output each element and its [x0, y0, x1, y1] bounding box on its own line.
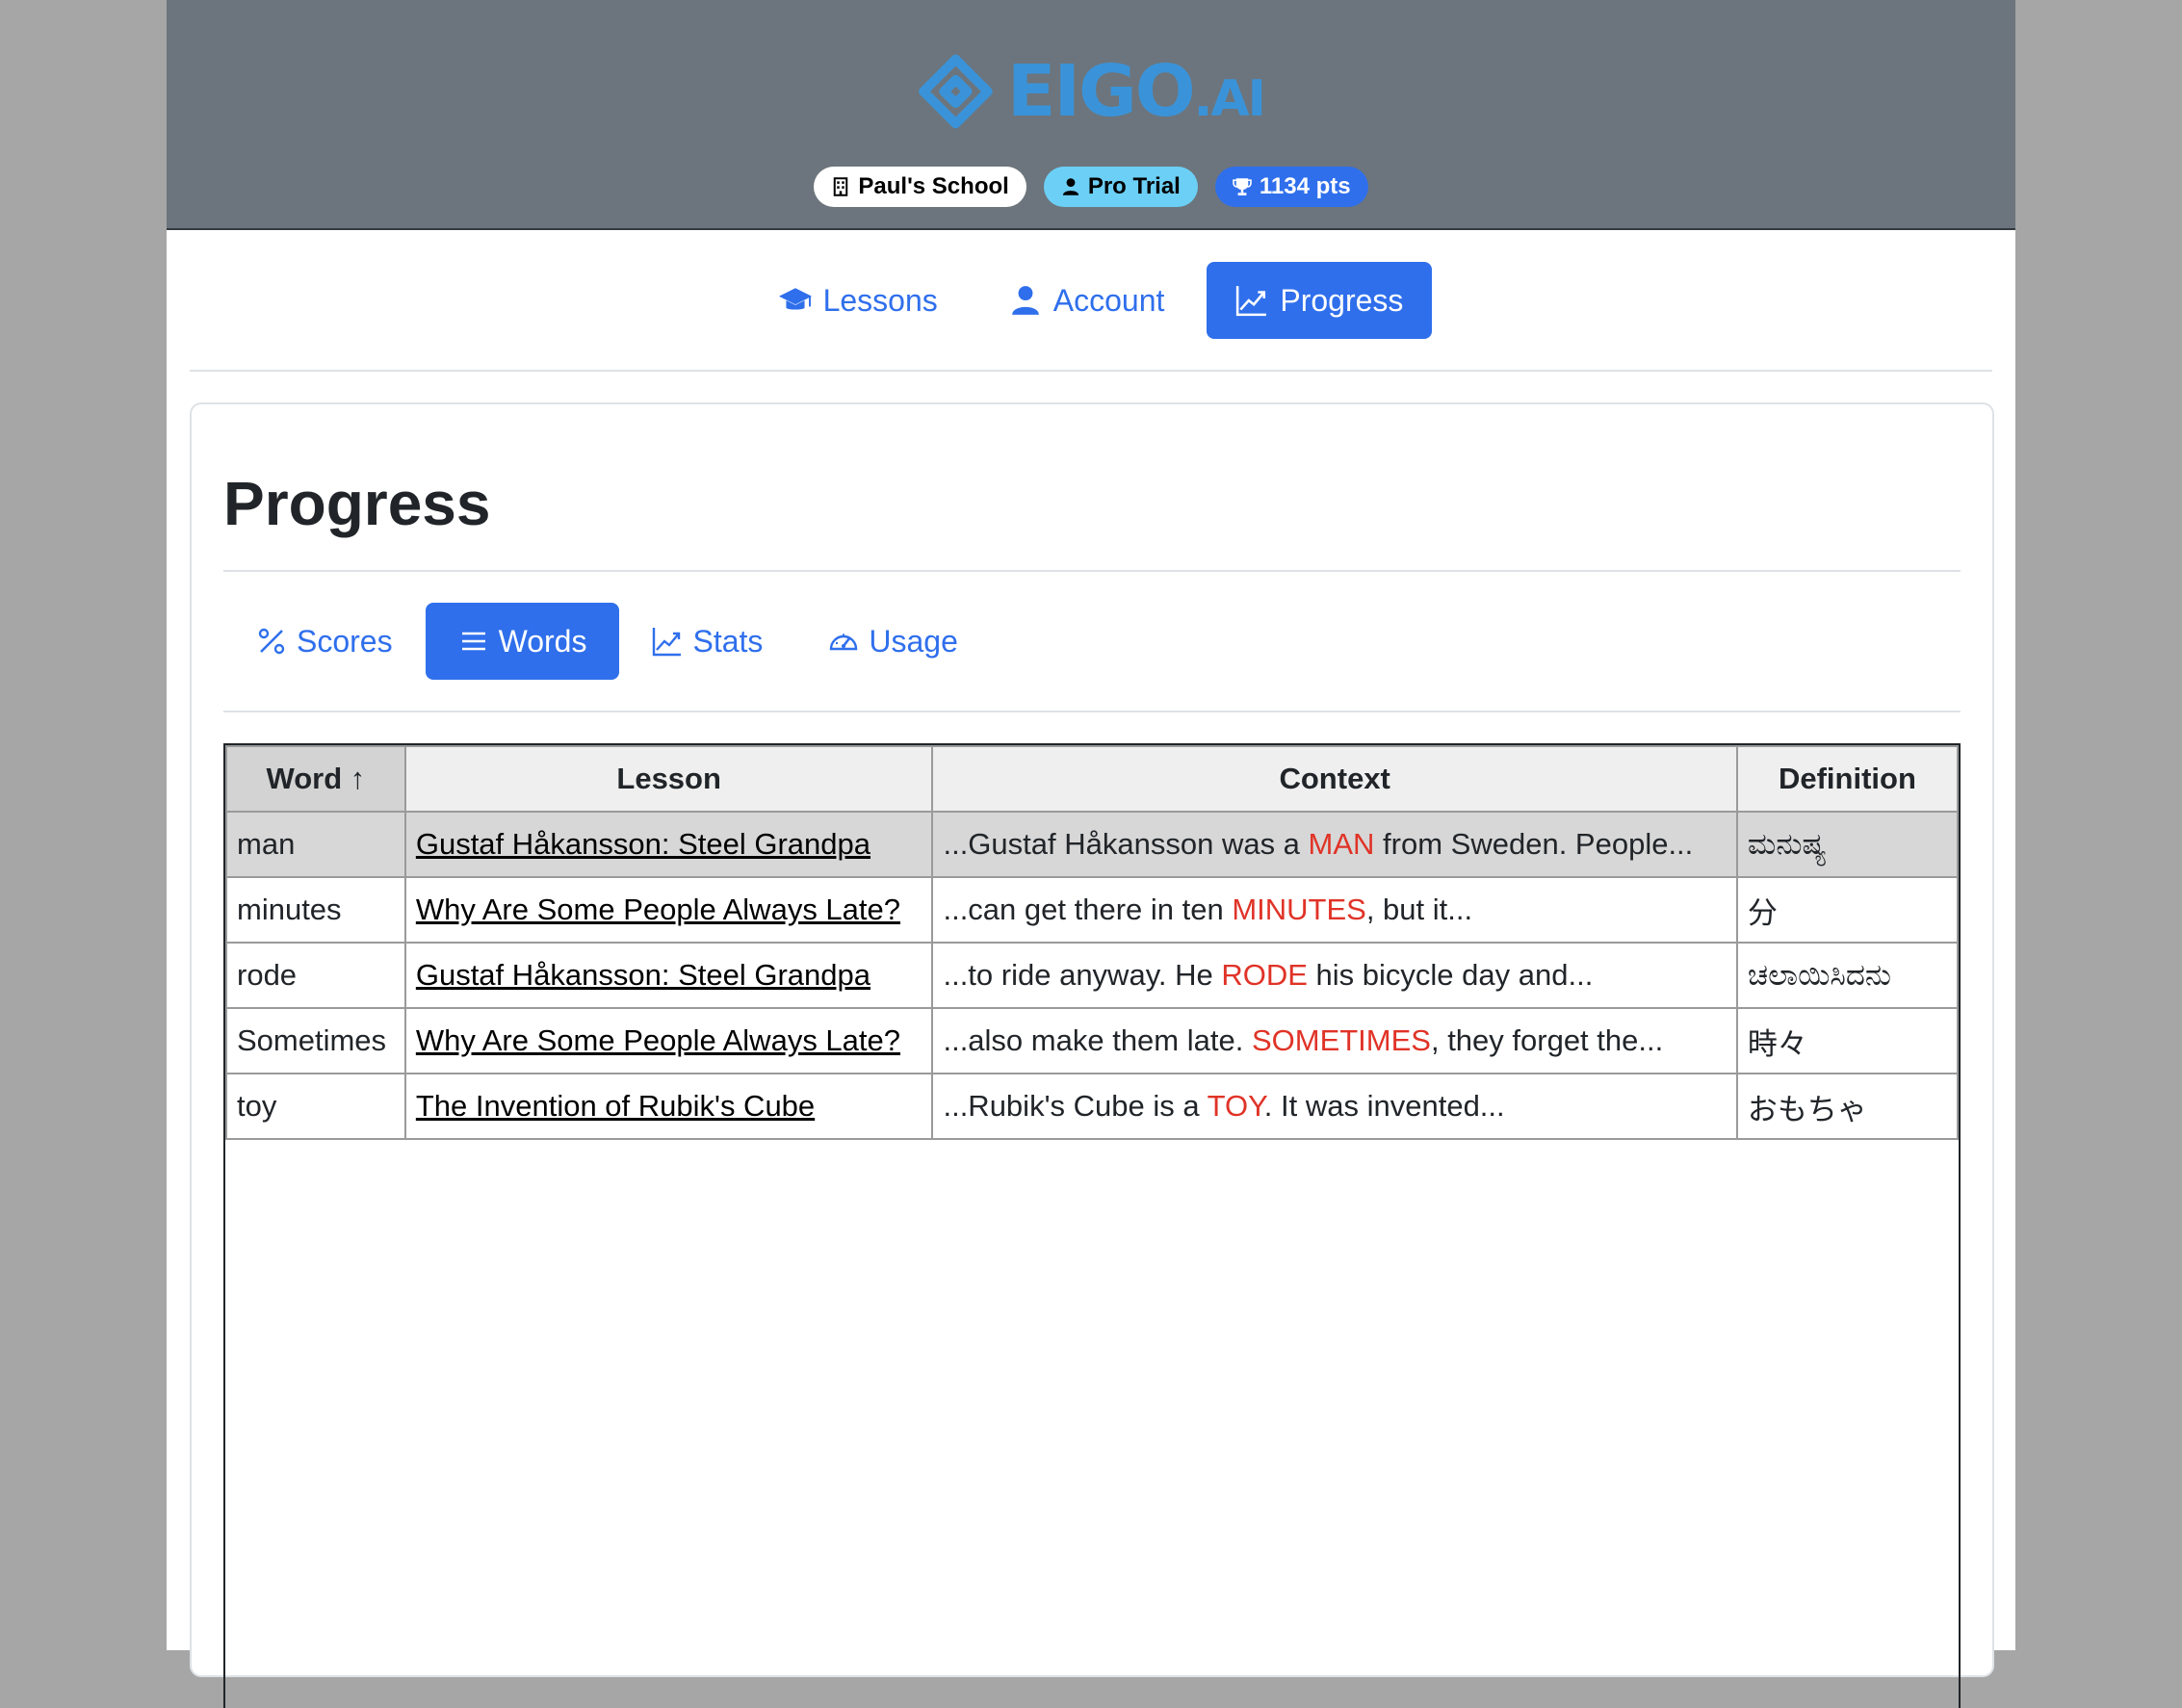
- tab-stats-label: Stats: [692, 623, 764, 659]
- context-keyword: TOY: [1207, 1089, 1264, 1123]
- tab-stats[interactable]: Stats: [619, 603, 795, 680]
- context-cell: ...can get there in ten MINUTES, but it.…: [931, 876, 1738, 944]
- tabs-divider: [223, 711, 1961, 712]
- main-nav: Lessons Account Progress: [167, 262, 2015, 339]
- word-cell: toy: [225, 1073, 406, 1140]
- trophy-icon: [1233, 178, 1252, 195]
- badge-row: Paul's School Pro Trial 1134 pts: [167, 167, 2015, 207]
- table-row[interactable]: man Gustaf Håkansson: Steel Grandpa ...G…: [225, 811, 1960, 878]
- table-row[interactable]: Sometimes Why Are Some People Always Lat…: [225, 1007, 1960, 1074]
- definition-cell: ಮನುಷ್ಯ: [1735, 811, 1960, 878]
- context-keyword: SOMETIMES: [1251, 1023, 1431, 1057]
- points-value: 1134 pts: [1259, 173, 1351, 199]
- context-cell: ...Rubik's Cube is a TOY. It was invente…: [931, 1073, 1738, 1140]
- lesson-cell: The Invention of Rubik's Cube: [403, 1073, 934, 1140]
- logo-icon: [919, 54, 993, 129]
- speedometer-icon: [830, 634, 858, 651]
- logo-text: EIGO.AI: [1006, 50, 1266, 133]
- lesson-cell: Why Are Some People Always Late?: [403, 1007, 934, 1074]
- words-table: Word ↑ Lesson Context Definition man Gus…: [225, 745, 1960, 1140]
- table-row[interactable]: rode Gustaf Håkansson: Steel Grandpa ...…: [225, 942, 1960, 1009]
- lesson-link[interactable]: Gustaf Håkansson: Steel Grandpa: [416, 827, 870, 861]
- plan-badge[interactable]: Pro Trial: [1043, 167, 1198, 207]
- lesson-link[interactable]: Why Are Some People Always Late?: [416, 893, 900, 926]
- tab-words[interactable]: Words: [425, 603, 620, 680]
- word-cell: Sometimes: [225, 1007, 406, 1074]
- points-badge[interactable]: 1134 pts: [1214, 167, 1368, 207]
- lesson-link[interactable]: Why Are Some People Always Late?: [416, 1023, 900, 1057]
- tab-usage-label: Usage: [869, 623, 958, 659]
- lesson-link[interactable]: The Invention of Rubik's Cube: [416, 1089, 815, 1123]
- person-icon: [1011, 286, 1039, 315]
- col-header-word[interactable]: Word ↑: [225, 745, 406, 813]
- header: EIGO.AI Paul's School Pro Trial 1134 pts: [167, 0, 2015, 230]
- page: EIGO.AI Paul's School Pro Trial 1134 pts…: [167, 0, 2015, 1708]
- lesson-cell: Gustaf Håkansson: Steel Grandpa: [403, 811, 934, 878]
- lesson-cell: Why Are Some People Always Late?: [403, 876, 934, 944]
- building-icon: [834, 177, 848, 196]
- nav-progress-label: Progress: [1280, 282, 1404, 318]
- col-header-definition[interactable]: Definition: [1735, 745, 1960, 813]
- nav-lessons[interactable]: Lessons: [750, 262, 967, 339]
- context-cell: ...also make them late. SOMETIMES, they …: [931, 1007, 1738, 1074]
- logo[interactable]: EIGO.AI: [918, 39, 1266, 144]
- school-badge[interactable]: Paul's School: [814, 167, 1026, 207]
- context-cell: ...Gustaf Håkansson was a MAN from Swede…: [931, 811, 1738, 878]
- word-cell: minutes: [225, 876, 406, 944]
- context-cell: ...to ride anyway. He RODE his bicycle d…: [931, 942, 1738, 1009]
- col-header-lesson[interactable]: Lesson: [403, 745, 934, 813]
- table-row[interactable]: toy The Invention of Rubik's Cube ...Rub…: [225, 1073, 1960, 1140]
- tab-scores-label: Scores: [297, 623, 393, 659]
- lesson-cell: Gustaf Håkansson: Steel Grandpa: [403, 942, 934, 1009]
- word-cell: man: [225, 811, 406, 878]
- nav-account-label: Account: [1052, 282, 1165, 318]
- list-icon: [461, 632, 485, 651]
- definition-cell: 分: [1735, 876, 1960, 944]
- definition-cell: 時々: [1735, 1007, 1960, 1074]
- graduation-cap-icon: [778, 288, 812, 310]
- definition-cell: ಚಲಾಯಿಸಿದನು: [1735, 942, 1960, 1009]
- lesson-link[interactable]: Gustaf Håkansson: Steel Grandpa: [416, 958, 870, 992]
- nav-lessons-label: Lessons: [822, 282, 938, 318]
- col-header-context[interactable]: Context: [931, 745, 1738, 813]
- nav-progress[interactable]: Progress: [1207, 262, 1433, 339]
- words-table-container[interactable]: Word ↑ Lesson Context Definition man Gus…: [223, 743, 1961, 1708]
- graph-up-icon: [1236, 286, 1267, 317]
- progress-card: Progress Scores Words Stats Usage Word ↑…: [190, 402, 1994, 1708]
- tab-usage[interactable]: Usage: [795, 603, 991, 680]
- percent-icon: [258, 628, 285, 655]
- page-title: Progress: [223, 469, 491, 538]
- nav-divider: [190, 370, 1992, 372]
- plan-name: Pro Trial: [1087, 173, 1181, 199]
- progress-tabs: Scores Words Stats Usage: [223, 603, 991, 680]
- person-icon: [1062, 178, 1078, 195]
- graph-up-icon: [653, 628, 682, 657]
- context-keyword: MINUTES: [1232, 893, 1366, 926]
- table-row[interactable]: minutes Why Are Some People Always Late?…: [225, 876, 1960, 944]
- school-name: Paul's School: [858, 173, 1009, 199]
- nav-account[interactable]: Account: [980, 262, 1194, 339]
- tab-scores[interactable]: Scores: [223, 603, 426, 680]
- definition-cell: おもちゃ: [1735, 1073, 1960, 1140]
- tab-words-label: Words: [498, 623, 587, 659]
- context-keyword: MAN: [1308, 827, 1375, 861]
- word-cell: rode: [225, 942, 406, 1009]
- table-header-row: Word ↑ Lesson Context Definition: [225, 745, 1960, 813]
- title-divider: [223, 570, 1961, 572]
- context-keyword: RODE: [1221, 958, 1308, 992]
